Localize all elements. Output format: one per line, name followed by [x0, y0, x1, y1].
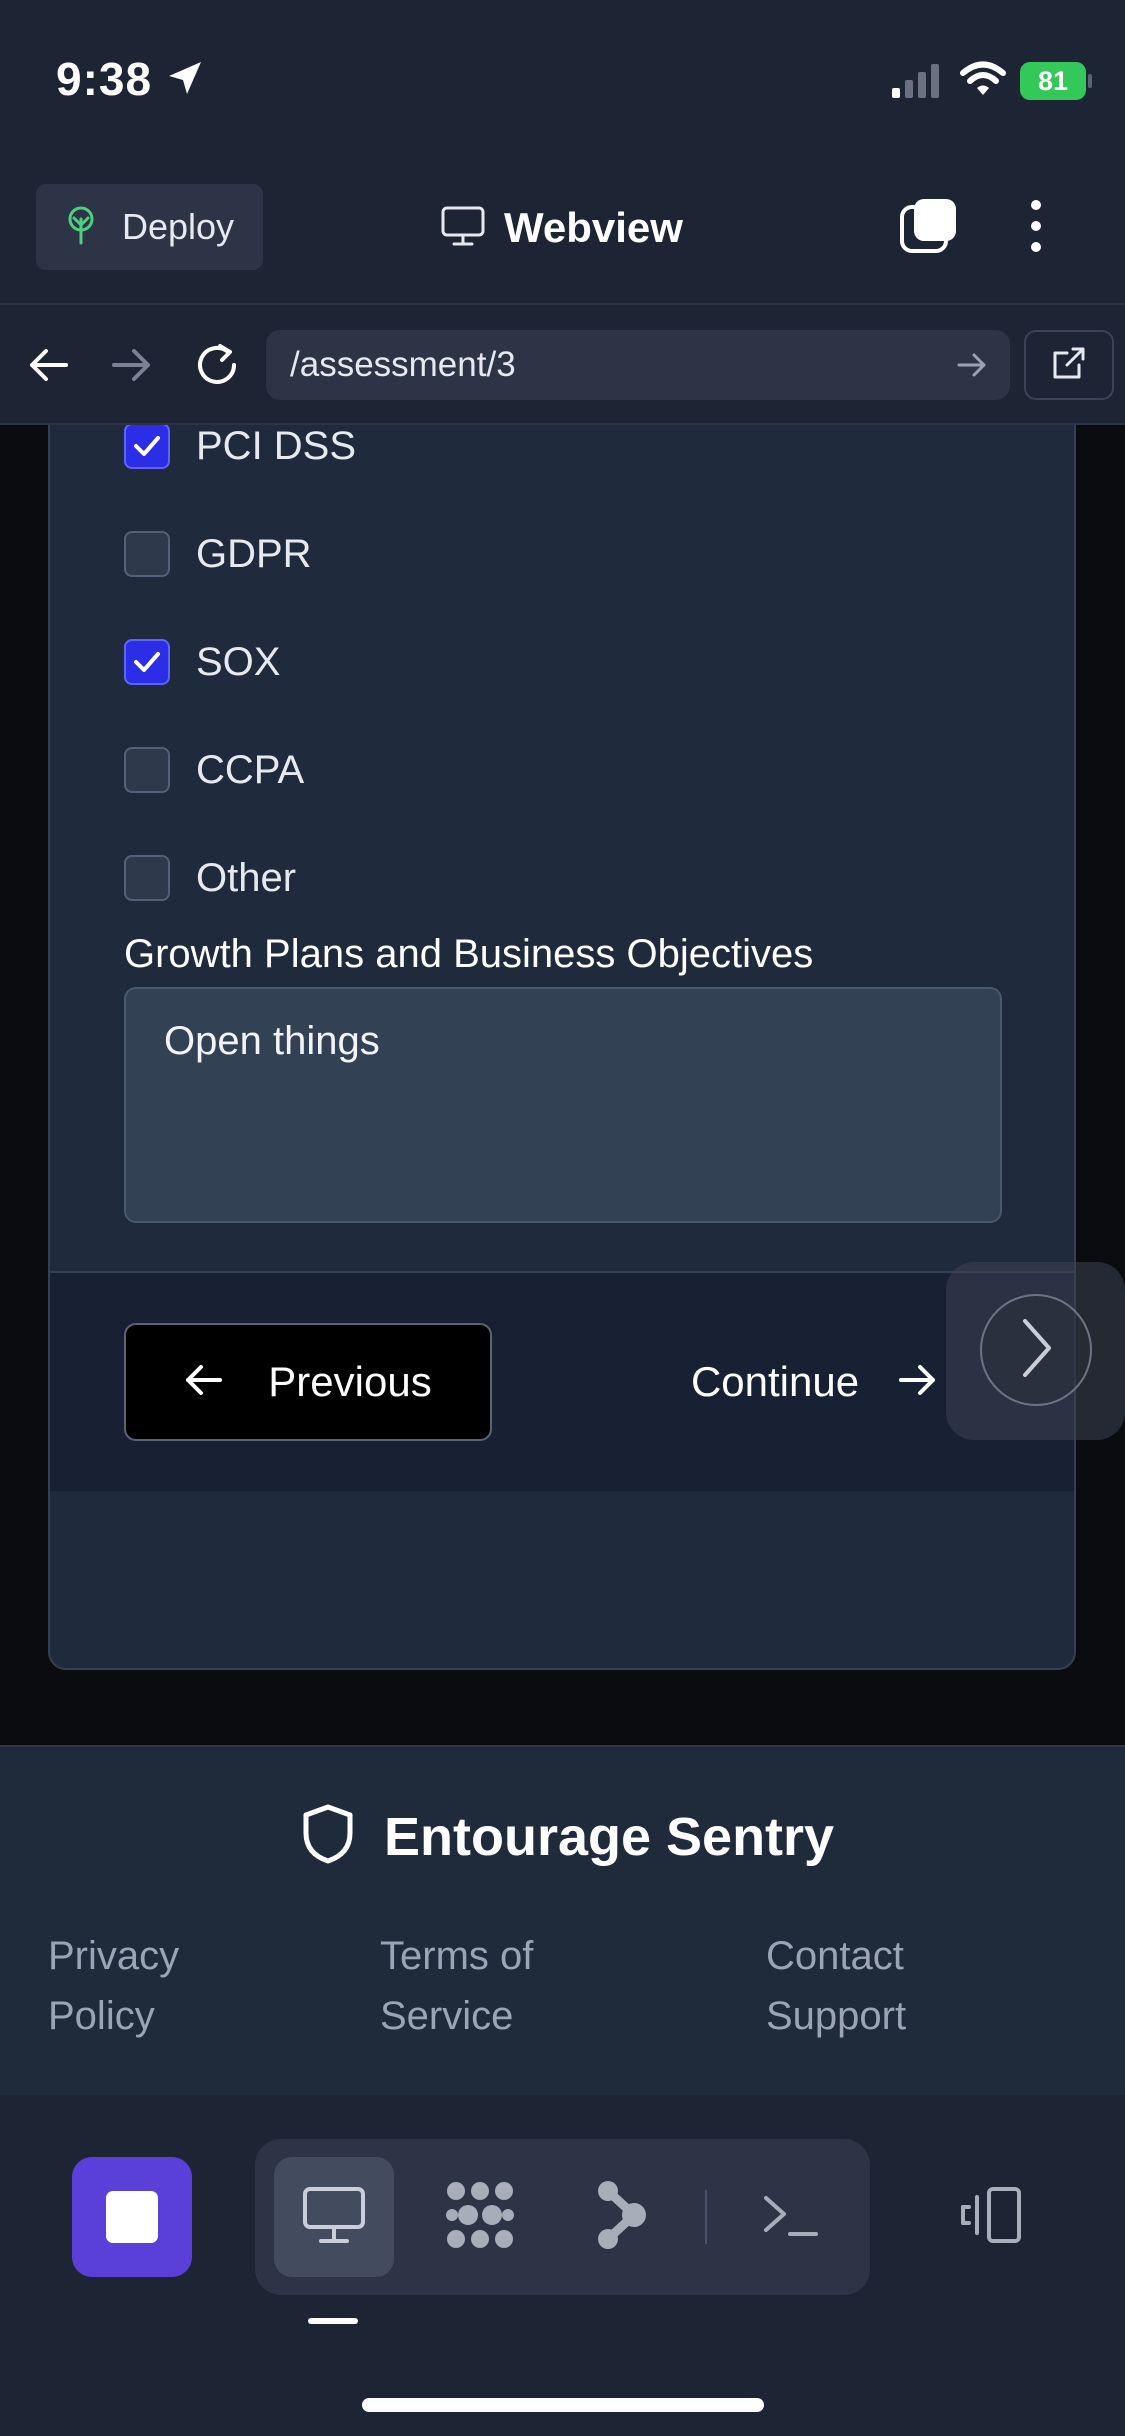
page-title: Webview: [440, 200, 683, 256]
checkbox-label: SOX: [196, 639, 281, 684]
form-navigation: Previous Continue: [50, 1271, 1074, 1491]
shield-icon: [300, 1803, 356, 1870]
signal-icon: [890, 62, 942, 105]
page-title-label: Webview: [504, 204, 683, 251]
growth-plans-label: Growth Plans and Business Objectives: [124, 932, 814, 976]
grid-dots-icon: [442, 2177, 518, 2258]
growth-plans-textarea[interactable]: Open things: [124, 987, 1002, 1223]
checkbox-label: Other: [196, 855, 297, 900]
mode-flow-button[interactable]: [560, 2157, 680, 2277]
stop-icon: [106, 2191, 158, 2243]
wifi-icon: [960, 60, 1006, 103]
mode-terminal-button[interactable]: [730, 2157, 850, 2277]
status-time: 9:38: [56, 53, 153, 105]
forward-arrow-icon[interactable]: [110, 345, 154, 390]
url-text: /assessment/3: [290, 345, 516, 384]
back-arrow-icon: [184, 1362, 224, 1403]
link-line: Support: [766, 1994, 907, 2038]
go-arrow-icon[interactable]: [955, 348, 989, 387]
mode-divider: [705, 2190, 707, 2244]
link-line: Policy: [48, 1994, 155, 2038]
previous-label: Previous: [268, 1358, 432, 1405]
continue-label: Continue: [690, 1358, 860, 1405]
checkbox-label: GDPR: [196, 531, 312, 576]
footer-brand: Entourage Sentry: [300, 1803, 834, 1870]
external-link-icon: [1051, 345, 1087, 386]
checkbox-row[interactable]: PCI DSS: [124, 425, 356, 469]
checkbox-label: CCPA: [196, 747, 305, 792]
side-panel-button[interactable]: [930, 2157, 1050, 2277]
chevron-right-icon: [1011, 1313, 1061, 1388]
checkbox-label: PCI DSS: [196, 425, 357, 468]
monitor-icon: [301, 2185, 367, 2250]
home-indicator[interactable]: [362, 2398, 764, 2412]
checkbox-checked[interactable]: [124, 639, 170, 685]
tabs-icon[interactable]: [898, 195, 960, 262]
link-line: Contact: [766, 1934, 904, 1978]
contact-support-link[interactable]: Contact Support: [766, 1926, 956, 2046]
battery-nub: [1088, 74, 1092, 88]
brand-name: Entourage Sentry: [384, 1806, 835, 1867]
deploy-label: Deploy: [122, 206, 235, 247]
growth-plans-value: Open things: [164, 1019, 380, 1063]
checkbox-row[interactable]: GDPR: [124, 531, 312, 577]
terms-of-service-link[interactable]: Terms of Service: [380, 1926, 570, 2046]
sprout-icon: [64, 205, 98, 250]
open-external-button[interactable]: [1024, 330, 1114, 400]
url-input[interactable]: /assessment/3: [266, 330, 1010, 400]
location-arrow-icon: [165, 58, 205, 103]
checkbox-checked[interactable]: [124, 425, 170, 469]
assessment-card: PCI DSS GDPR SOX CCPA Other Growth Plans…: [48, 425, 1076, 1670]
monitor-icon: [440, 205, 486, 252]
floating-next-button[interactable]: [980, 1294, 1092, 1406]
reload-icon[interactable]: [192, 340, 242, 395]
active-tab-indicator: [308, 2318, 358, 2324]
checkbox-row[interactable]: CCPA: [124, 747, 304, 793]
link-line: Privacy: [48, 1934, 180, 1978]
mode-webview-button[interactable]: [274, 2157, 394, 2277]
link-line: Terms of: [380, 1934, 534, 1978]
checkbox-unchecked[interactable]: [124, 855, 170, 901]
side-panel-icon: [955, 2185, 1025, 2250]
checkbox-row[interactable]: SOX: [124, 639, 280, 685]
battery-indicator: 81: [1020, 62, 1086, 100]
more-vertical-icon[interactable]: [1022, 195, 1050, 262]
privacy-policy-link[interactable]: Privacy Policy: [48, 1926, 228, 2046]
webview-content: PCI DSS GDPR SOX CCPA Other Growth Plans…: [0, 425, 1125, 1745]
mode-grid-button[interactable]: [420, 2157, 540, 2277]
checkbox-unchecked[interactable]: [124, 531, 170, 577]
forward-arrow-icon: [897, 1362, 937, 1403]
flow-icon: [592, 2177, 648, 2258]
link-line: Service: [380, 1994, 514, 2038]
checkbox-row[interactable]: Other: [124, 855, 296, 901]
checkbox-unchecked[interactable]: [124, 747, 170, 793]
stop-button[interactable]: [72, 2157, 192, 2277]
deploy-button[interactable]: Deploy: [36, 184, 263, 270]
terminal-icon: [760, 2190, 820, 2245]
continue-button[interactable]: Continue: [630, 1323, 998, 1441]
back-arrow-icon[interactable]: [26, 345, 70, 390]
previous-button[interactable]: Previous: [124, 1323, 492, 1441]
